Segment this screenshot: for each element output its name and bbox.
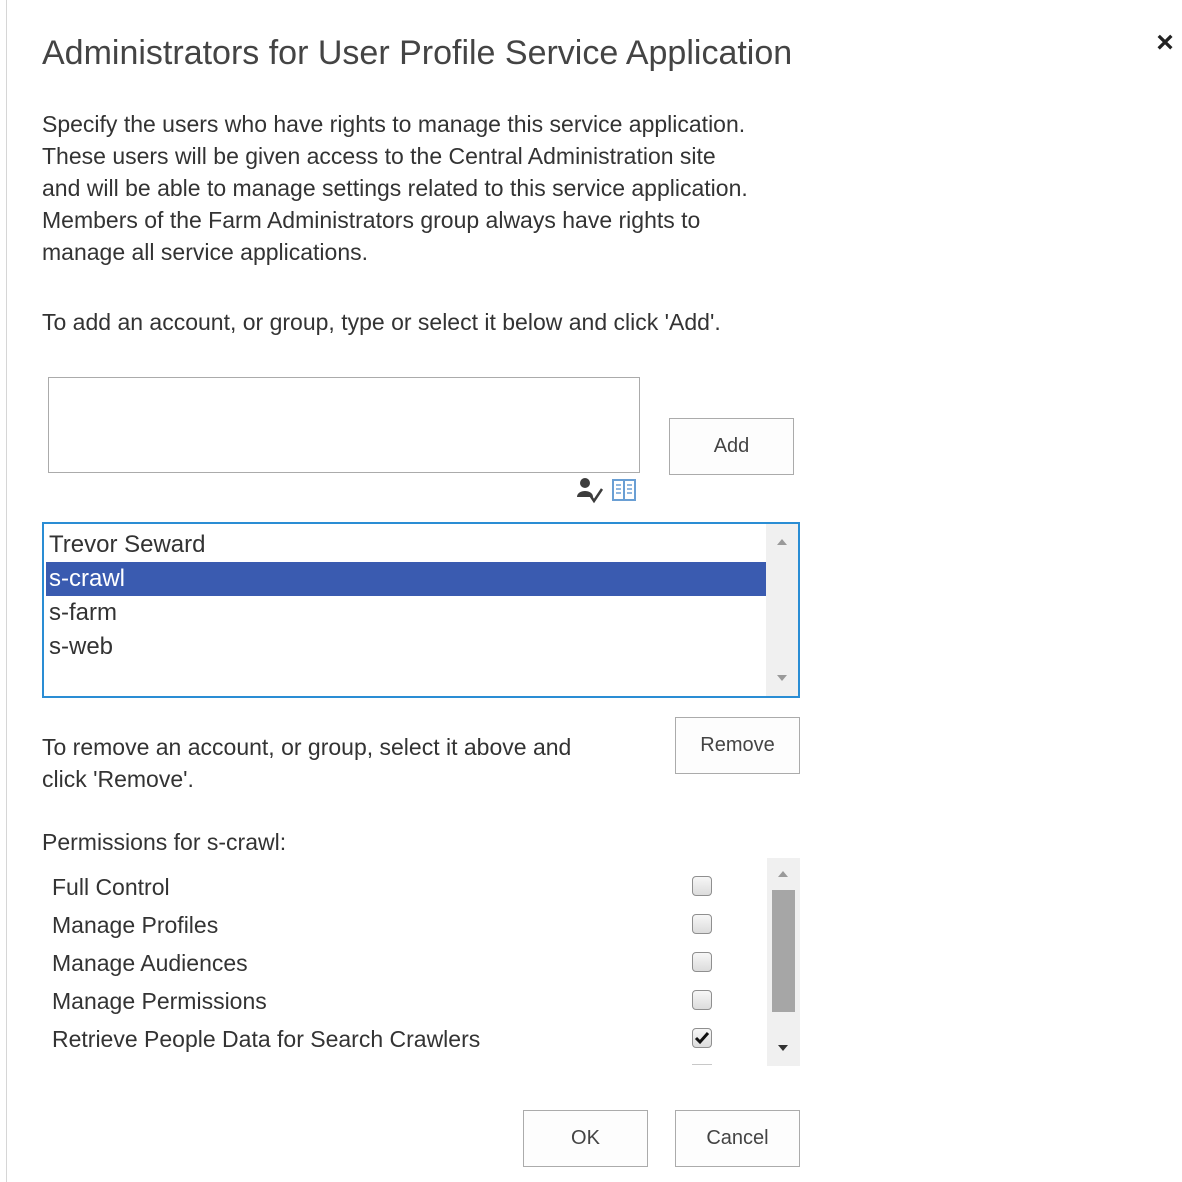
permissions-list: Full Control Manage Profiles Manage Audi… [52, 868, 732, 1058]
left-divider [6, 0, 7, 1182]
list-item[interactable]: Trevor Seward [46, 528, 766, 562]
permission-row: Manage Profiles [52, 906, 732, 944]
scroll-down-arrow-icon[interactable] [766, 666, 798, 690]
list-item-selected[interactable]: s-crawl [46, 562, 766, 596]
permission-checkbox-manage-permissions[interactable] [692, 990, 712, 1010]
picker-icons [574, 474, 644, 506]
permissions-scrollbar[interactable] [767, 858, 800, 1066]
address-book-icon[interactable] [610, 475, 640, 505]
checkmark-icon [694, 1032, 710, 1045]
remove-button[interactable]: Remove [675, 717, 800, 774]
permission-row: Manage Permissions [52, 982, 732, 1020]
scroll-down-arrow-icon[interactable] [767, 1036, 799, 1060]
description-line: Members of the Farm Administrators group… [42, 207, 701, 233]
permission-label: Full Control [52, 874, 170, 900]
list-item[interactable]: s-web [46, 630, 766, 664]
close-icon[interactable]: × [1150, 26, 1180, 60]
list-item[interactable]: s-farm [46, 596, 766, 630]
permission-row: Retrieve People Data for Search Crawlers [52, 1020, 732, 1058]
dialog-title: Administrators for User Profile Service … [42, 34, 793, 72]
permission-checkbox-retrieve-people-data[interactable] [692, 1028, 712, 1048]
administrators-listbox[interactable]: Trevor Seward s-crawl s-farm s-web [42, 522, 800, 698]
ok-button[interactable]: OK [523, 1110, 648, 1167]
description-line: manage all service applications. [42, 239, 369, 265]
permission-label: Retrieve People Data for Search Crawlers [52, 1026, 481, 1052]
people-picker-input[interactable] [48, 377, 640, 473]
description-line: These users will be given access to the … [42, 143, 716, 169]
admin-dialog: Administrators for User Profile Service … [0, 0, 1182, 1182]
permission-row: Full Control [52, 868, 732, 906]
permission-row: Manage Audiences [52, 944, 732, 982]
description-line: and will be able to manage settings rela… [42, 175, 748, 201]
permission-checkbox-manage-audiences[interactable] [692, 952, 712, 972]
permission-label: Manage Permissions [52, 988, 267, 1014]
permission-checkbox-manage-profiles[interactable] [692, 914, 712, 934]
permission-checkbox-full-control[interactable] [692, 876, 712, 896]
remove-instruction: To remove an account, or group, select i… [42, 731, 642, 795]
listbox-items: Trevor Seward s-crawl s-farm s-web [46, 528, 766, 664]
scroll-up-arrow-icon[interactable] [766, 530, 798, 554]
cancel-button[interactable]: Cancel [675, 1110, 800, 1167]
remove-instruction-line: click 'Remove'. [42, 766, 194, 792]
scroll-up-arrow-icon[interactable] [767, 862, 799, 886]
permission-list-partial-row [692, 1064, 712, 1068]
check-names-icon[interactable] [574, 475, 604, 505]
scrollbar-thumb[interactable] [772, 890, 795, 1012]
permission-label: Manage Profiles [52, 912, 219, 938]
permissions-heading: Permissions for s-crawl: [42, 829, 287, 855]
add-instruction: To add an account, or group, type or sel… [42, 309, 721, 335]
add-button[interactable]: Add [669, 418, 794, 475]
description: Specify the users who have rights to man… [42, 108, 822, 268]
permission-label: Manage Audiences [52, 950, 248, 976]
remove-instruction-line: To remove an account, or group, select i… [42, 734, 572, 760]
description-line: Specify the users who have rights to man… [42, 111, 746, 137]
listbox-scrollbar[interactable] [766, 524, 798, 696]
